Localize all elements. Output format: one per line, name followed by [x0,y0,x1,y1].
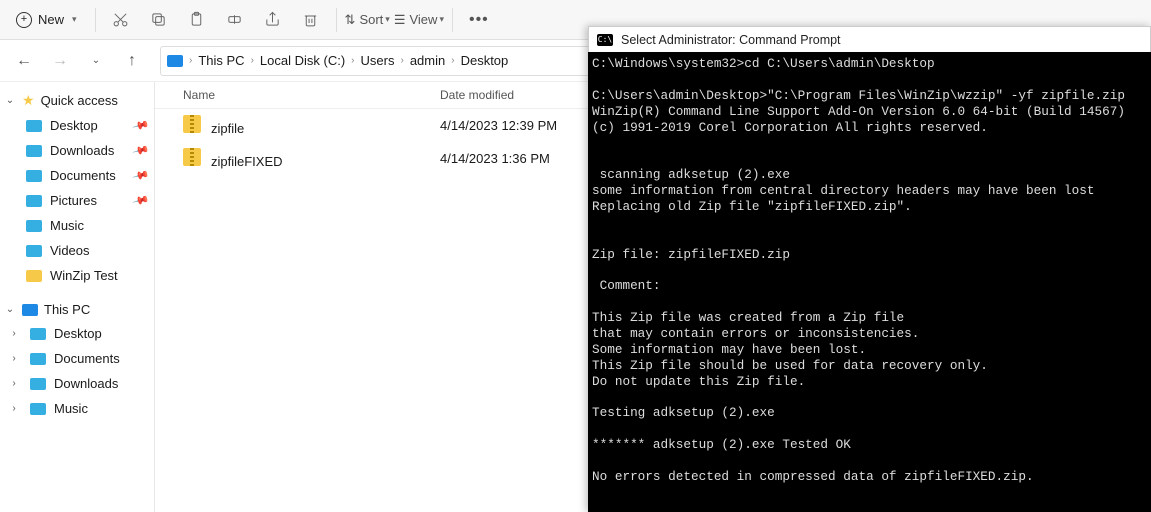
separator [95,8,96,32]
view-label: View [409,12,437,27]
sort-button[interactable]: ⇅ Sort ▾ [345,4,390,36]
separator [452,8,453,32]
plus-icon: + [16,12,32,28]
cut-button[interactable] [104,4,138,36]
zip-icon [183,148,201,166]
star-icon: ★ [22,92,35,109]
view-icon: ☰ [394,12,406,28]
column-name[interactable]: Name [165,88,440,102]
chevron-right-icon: › [451,55,454,66]
sort-label: Sort [359,12,383,27]
chevron-down-icon: ⌄ [4,95,16,106]
recent-dropdown[interactable]: ⌄ [80,45,112,77]
sidebar: ⌄ ★ Quick access Desktop📌 Downloads📌 Doc… [0,82,155,512]
view-button[interactable]: ☰ View ▾ [394,4,444,36]
folder-icon [26,270,42,282]
chevron-right-icon: › [8,403,20,414]
pin-icon: 📌 [132,166,150,184]
delete-button[interactable] [294,4,328,36]
pc-icon [22,304,38,316]
cmd-icon: C:\ [597,34,613,46]
command-prompt-window[interactable]: C:\ Select Administrator: Command Prompt… [588,26,1151,512]
file-name: zipfile [211,121,244,136]
sidebar-item-desktop[interactable]: Desktop📌 [0,113,154,138]
chevron-right-icon: › [351,55,354,66]
cmd-title-text: Select Administrator: Command Prompt [621,33,841,47]
folder-icon [30,403,46,415]
zip-icon [183,115,201,133]
new-label: New [38,12,64,27]
sidebar-item-downloads[interactable]: Downloads📌 [0,138,154,163]
chevron-right-icon: › [251,55,254,66]
chevron-right-icon: › [189,55,192,66]
sidebar-item-videos[interactable]: Videos [0,238,154,263]
pin-icon: 📌 [132,116,150,134]
paste-button[interactable] [180,4,214,36]
file-name: zipfileFIXED [211,154,283,169]
chevron-right-icon: › [8,353,20,364]
chevron-down-icon: ⌄ [4,304,16,315]
back-button[interactable]: ← [8,45,40,77]
sidebar-item-pc-downloads[interactable]: ›Downloads [0,371,154,396]
sidebar-item-documents[interactable]: Documents📌 [0,163,154,188]
sidebar-item-pc-documents[interactable]: ›Documents [0,346,154,371]
cmd-titlebar[interactable]: C:\ Select Administrator: Command Prompt [588,26,1151,52]
new-button[interactable]: + New ▾ [6,4,87,36]
folder-icon [26,120,42,132]
pin-icon: 📌 [132,191,150,209]
chevron-right-icon: › [400,55,403,66]
chevron-down-icon: ▾ [385,14,390,25]
breadcrumb[interactable]: Desktop [457,53,513,68]
folder-icon [26,170,42,182]
sidebar-item-music[interactable]: Music [0,213,154,238]
folder-icon [30,328,46,340]
chevron-right-icon: › [8,328,20,339]
chevron-right-icon: › [8,378,20,389]
this-pc-label: This PC [44,302,90,317]
chevron-down-icon: ▾ [72,14,77,25]
rename-button[interactable] [218,4,252,36]
this-pc-header[interactable]: ⌄ This PC [0,298,154,321]
copy-button[interactable] [142,4,176,36]
sidebar-item-pc-music[interactable]: ›Music [0,396,154,421]
sort-icon: ⇅ [345,12,356,28]
chevron-down-icon: ▾ [439,14,444,25]
breadcrumb[interactable]: admin [406,53,449,68]
breadcrumb[interactable]: Local Disk (C:) [256,53,349,68]
pc-icon [167,55,183,67]
quick-access-header[interactable]: ⌄ ★ Quick access [0,88,154,113]
breadcrumb[interactable]: Users [357,53,399,68]
folder-icon [26,195,42,207]
share-button[interactable] [256,4,290,36]
sidebar-item-pictures[interactable]: Pictures📌 [0,188,154,213]
folder-icon [26,220,42,232]
pin-icon: 📌 [132,141,150,159]
up-button[interactable]: ↑ [116,45,148,77]
separator [336,8,337,32]
folder-icon [30,378,46,390]
folder-icon [30,353,46,365]
sidebar-item-pc-desktop[interactable]: ›Desktop [0,321,154,346]
more-button[interactable]: ••• [461,11,497,29]
folder-icon [26,145,42,157]
cmd-body[interactable]: C:\Windows\system32>cd C:\Users\admin\De… [588,52,1151,512]
sidebar-item-winzip-test[interactable]: WinZip Test [0,263,154,288]
breadcrumb[interactable]: This PC [194,53,248,68]
folder-icon [26,245,42,257]
quick-access-label: Quick access [41,93,118,108]
forward-button[interactable]: → [44,45,76,77]
